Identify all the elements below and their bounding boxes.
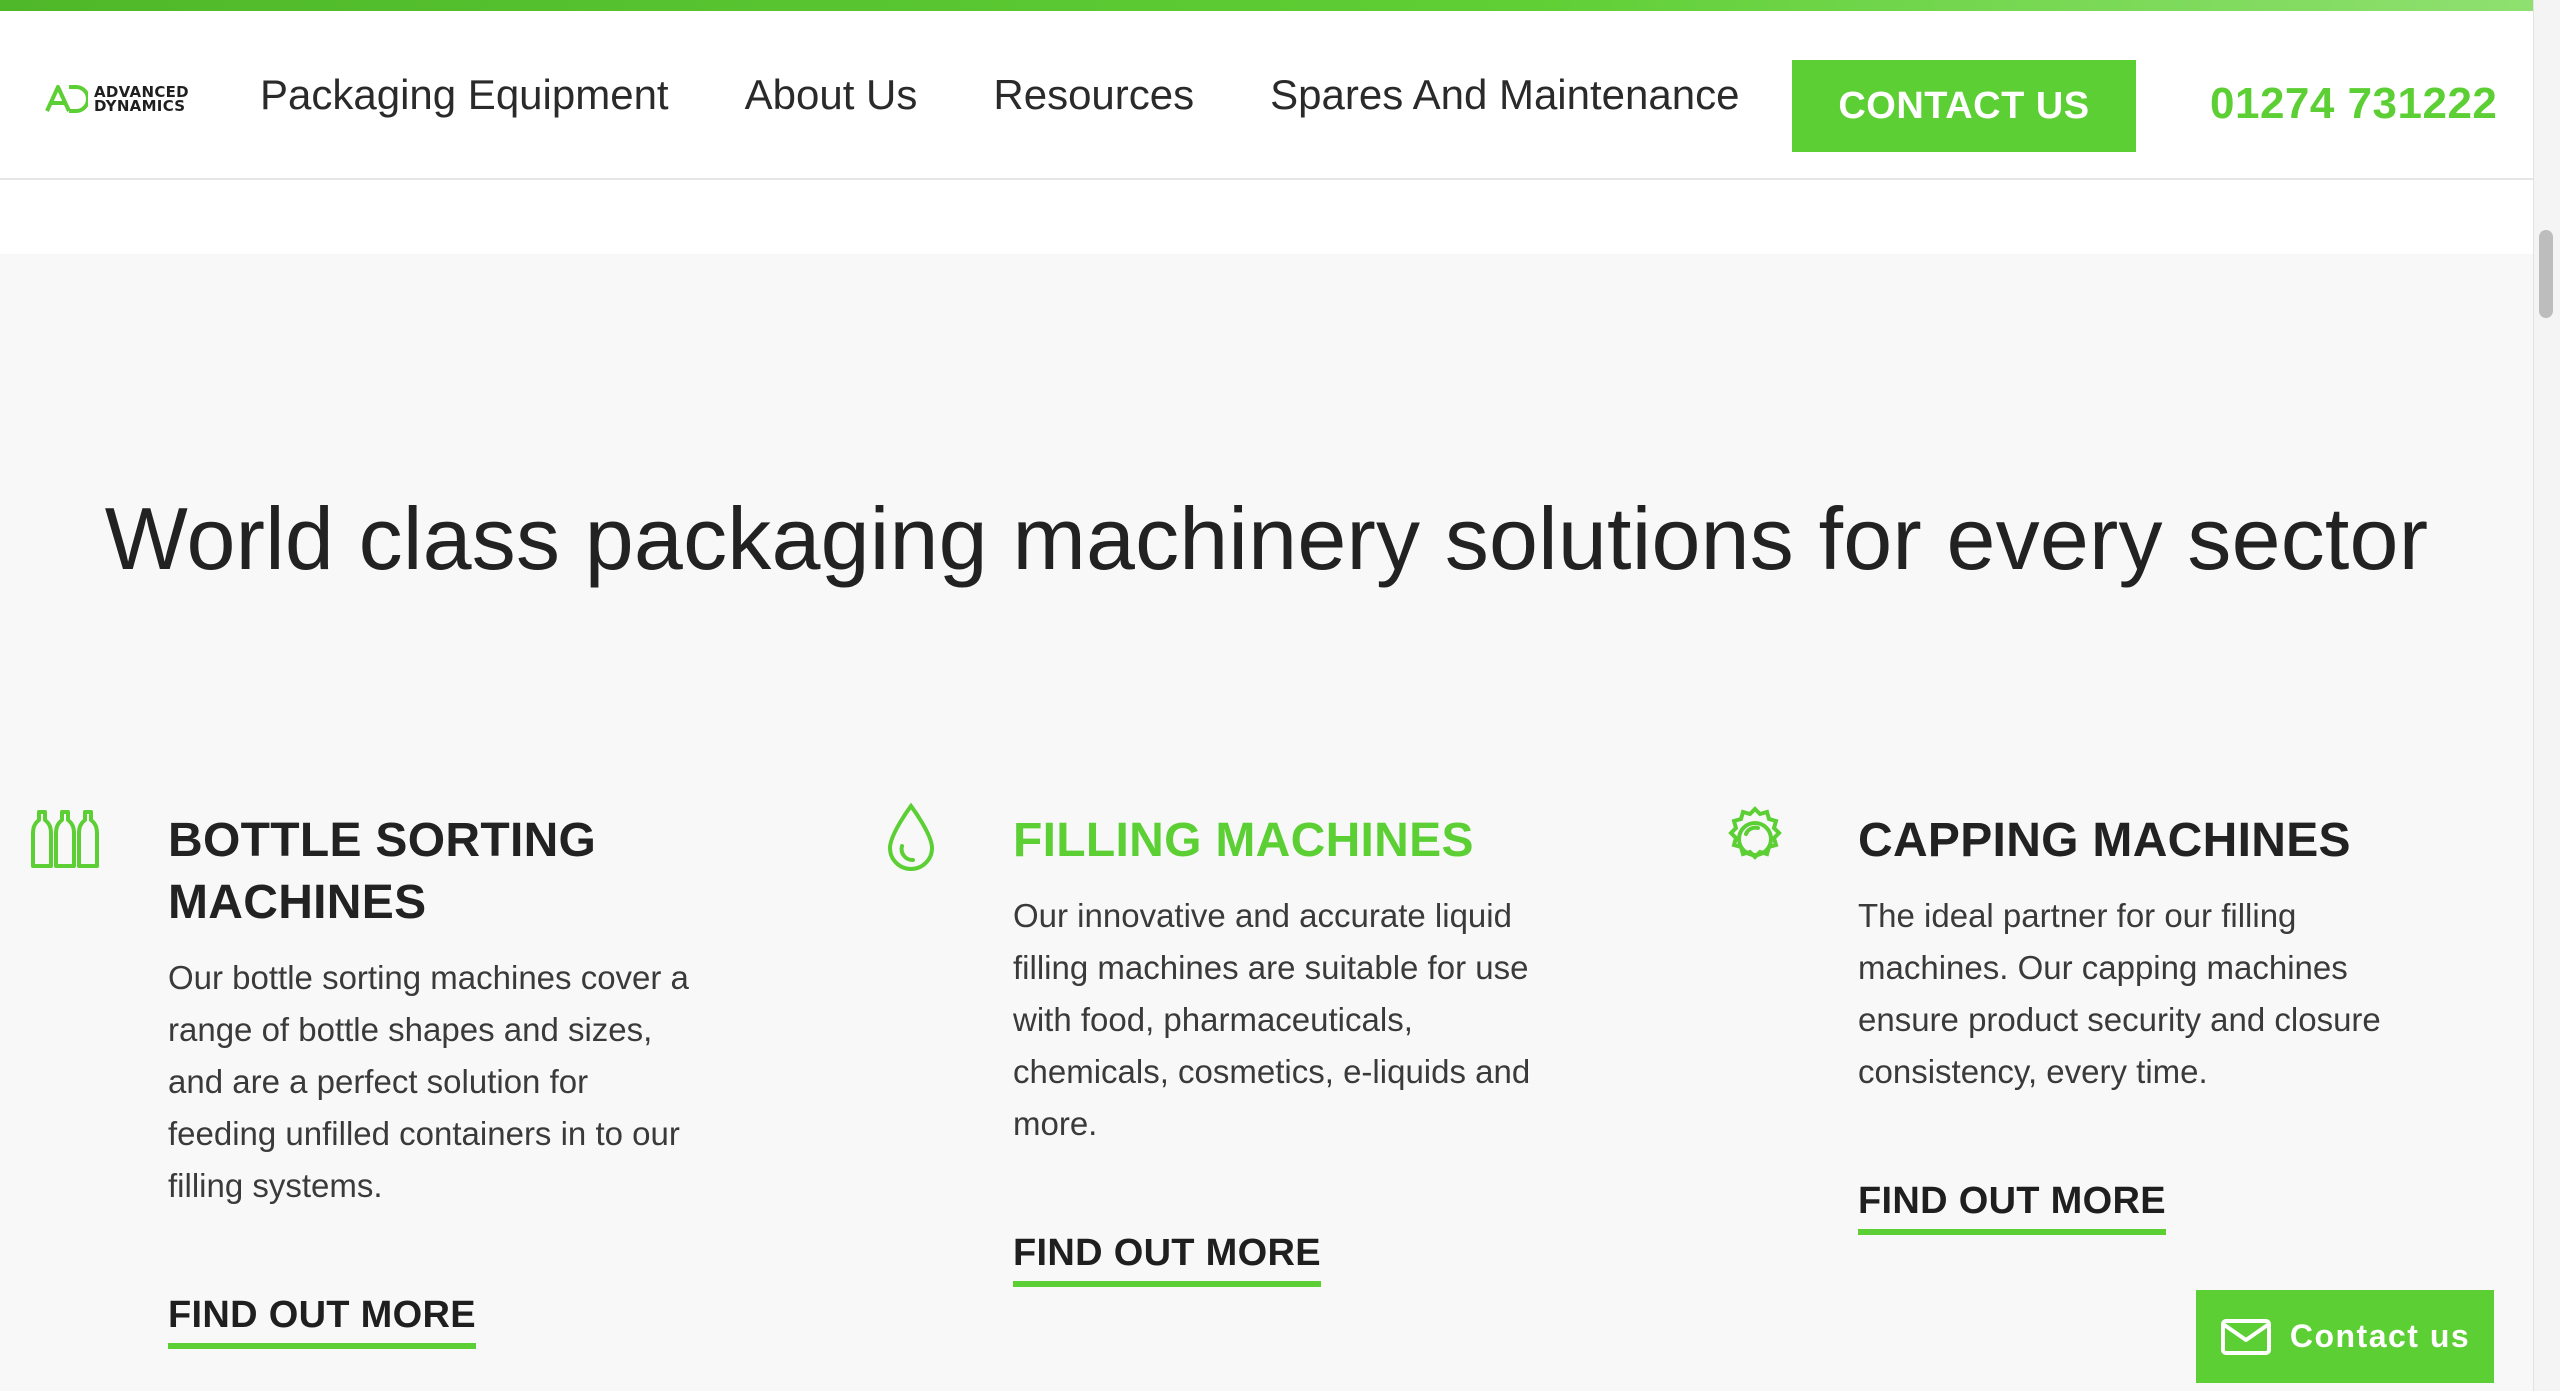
nav-item-packaging-equipment[interactable]: Packaging Equipment [260, 71, 669, 119]
find-out-more-bottle-sorting-link[interactable]: FIND OUT MORE [168, 1294, 476, 1349]
site-header: ADVANCED DYNAMICS Packaging Equipment Ab… [0, 11, 2533, 180]
logo-mark-icon [45, 85, 88, 113]
nav-item-spares-and-maintenance[interactable]: Spares And Maintenance [1270, 71, 1739, 119]
section-headline: World class packaging machinery solution… [104, 489, 2429, 588]
nav-item-about-us[interactable]: About Us [745, 71, 918, 119]
feature-desc-filling: Our innovative and accurate liquid filli… [1013, 897, 1531, 1142]
floating-contact-button[interactable]: Contact us [2196, 1290, 2494, 1383]
spacer-band [0, 180, 2533, 254]
floating-contact-label: Contact us [2289, 1318, 2471, 1354]
bottles-icon [31, 810, 99, 868]
droplet-icon [887, 802, 935, 871]
nav-item-resources[interactable]: Resources [993, 71, 1194, 119]
phone-number-link[interactable]: 01274 731222 [2210, 79, 2497, 129]
feature-title-bottle-sorting: BOTTLE SORTING MACHINES [168, 814, 597, 929]
feature-title-capping: CAPPING MACHINES [1858, 814, 2351, 867]
find-out-more-capping-link[interactable]: FIND OUT MORE [1858, 1180, 2166, 1235]
scrollbar-thumb[interactable] [2539, 230, 2553, 318]
top-accent-bar [0, 0, 2533, 11]
feature-desc-bottle-sorting: Our bottle sorting machines cover a rang… [168, 959, 689, 1204]
logo[interactable]: ADVANCED DYNAMICS [44, 78, 189, 120]
bottle-cap-icon [1728, 806, 1782, 860]
feature-desc-capping: The ideal partner for our filling machin… [1858, 897, 2381, 1090]
envelope-icon [2220, 1318, 2271, 1355]
feature-title-filling: FILLING MACHINES [1013, 814, 1474, 867]
find-out-more-filling-link[interactable]: FIND OUT MORE [1013, 1232, 1321, 1287]
main-nav: Packaging Equipment About Us Resources S… [260, 71, 1739, 119]
contact-us-button[interactable]: CONTACT US [1792, 60, 2136, 152]
scrollbar-track[interactable] [2533, 0, 2560, 1391]
logo-wordmark: ADVANCED DYNAMICS [94, 85, 189, 115]
logo-text-line2: DYNAMICS [94, 97, 186, 115]
page: ADVANCED DYNAMICS Packaging Equipment Ab… [0, 0, 2560, 1391]
